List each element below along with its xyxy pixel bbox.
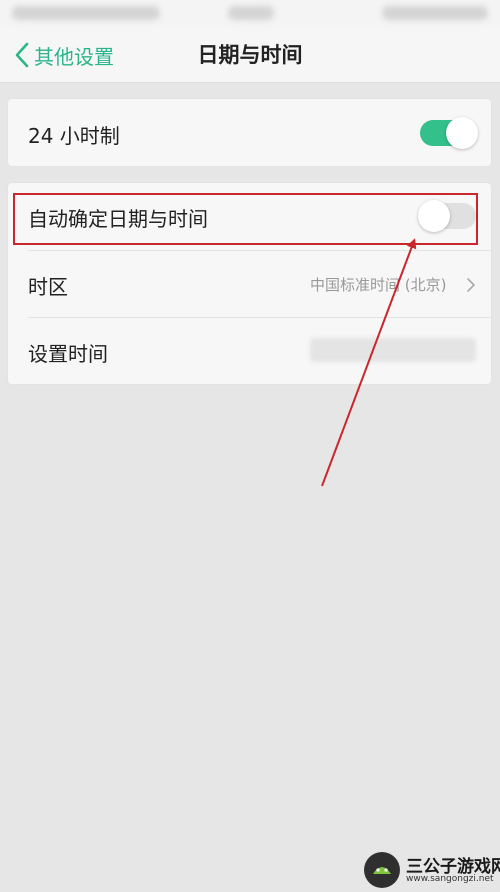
watermark: 三公子游戏网 www.sangongzi.net bbox=[360, 850, 500, 889]
watermark-url: www.sangongzi.net bbox=[406, 874, 494, 884]
annotation-arrow bbox=[321, 238, 417, 487]
watermark-logo-icon bbox=[364, 852, 400, 888]
